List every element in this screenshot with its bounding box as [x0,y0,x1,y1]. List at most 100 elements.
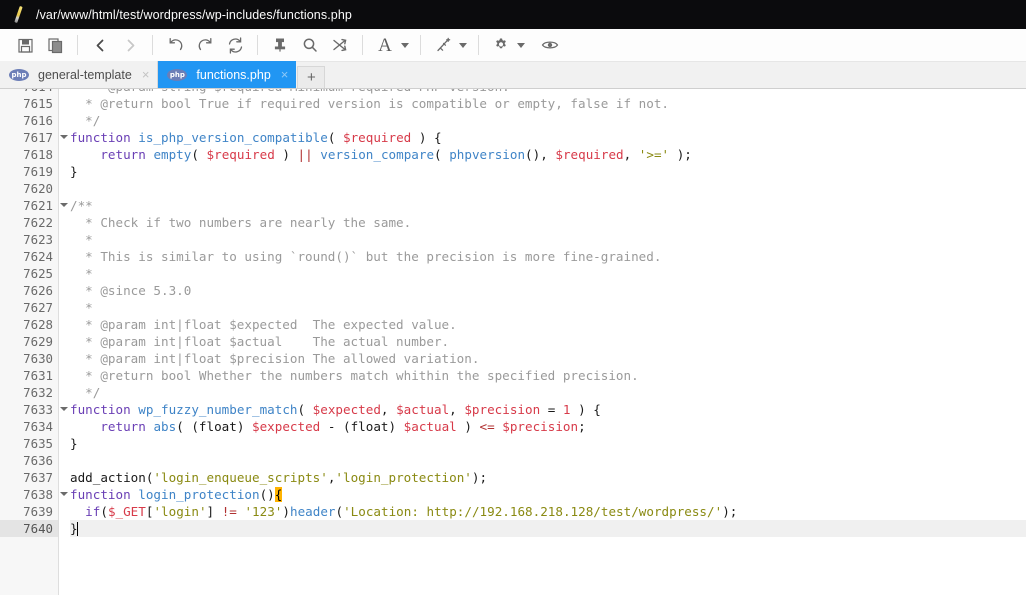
code-line[interactable]: if($_GET['login'] != '123')header('Locat… [70,503,1026,520]
code-token: ) [456,419,480,434]
code-token: abs [153,419,177,434]
code-editor[interactable]: 7614761576167617761876197620762176227623… [0,89,1026,595]
line-number: 7617 [23,130,53,145]
code-line[interactable]: add_action('login_enqueue_scripts','logi… [70,469,1026,486]
line-number: 7615 [23,96,53,111]
code-token: * This is similar to using `round()` but… [70,249,662,264]
code-line[interactable]: * Check if two numbers are nearly the sa… [70,214,1026,231]
close-icon[interactable]: × [142,68,150,81]
chevron-down-icon[interactable] [60,135,68,139]
line-number: 7634 [23,419,53,434]
code-token: */ [70,113,101,128]
chevron-down-icon[interactable] [60,492,68,496]
fold-toggle[interactable] [59,486,70,503]
code-token: * @return bool Whether the numbers match… [70,368,639,383]
toolbar-separator [77,35,78,55]
syntax-dropdown[interactable] [428,31,471,59]
magic-wand-icon[interactable] [428,31,458,59]
line-number: 7619 [23,164,53,179]
window-titlebar: /var/www/html/test/wordpress/wp-includes… [0,0,1026,29]
chevron-down-icon[interactable] [517,42,525,48]
fold-toggle[interactable] [59,401,70,418]
eye-icon[interactable] [535,31,565,59]
code-line[interactable] [70,180,1026,197]
code-folding-column[interactable] [59,89,70,595]
code-line[interactable]: * This is similar to using `round()` but… [70,248,1026,265]
code-line[interactable]: function is_php_version_compatible( $req… [70,129,1026,146]
chevron-down-icon[interactable] [459,42,467,48]
new-tab-button[interactable]: + [297,66,326,88]
reload-button[interactable] [220,31,250,59]
code-line[interactable]: * @param int|float $actual The actual nu… [70,333,1026,350]
code-line[interactable] [70,452,1026,469]
letter-a-icon[interactable]: A [370,31,400,59]
code-line[interactable]: */ [70,112,1026,129]
code-line[interactable]: * @param int|float $expected The expecte… [70,316,1026,333]
code-token: /** [70,198,93,213]
code-token: = [540,402,563,417]
code-token: ; [578,419,586,434]
redo-button[interactable] [190,31,220,59]
chevron-down-icon[interactable] [60,203,68,207]
code-line[interactable]: */ [70,384,1026,401]
line-number: 7635 [23,436,53,451]
tab-functions-php[interactable]: php functions.php × [158,61,297,88]
pushpin-icon[interactable] [265,31,295,59]
code-token: * [70,300,93,315]
chevron-down-icon[interactable] [60,407,68,411]
code-line[interactable]: * [70,265,1026,282]
tab-general-template[interactable]: php general-template × [0,61,159,88]
code-token: () [259,487,275,502]
code-token: $precision [464,402,541,417]
code-token: || [297,147,313,162]
code-line[interactable]: function login_protection(){ [70,486,1026,503]
tab-label: general-template [38,67,132,82]
close-icon[interactable]: × [281,68,289,81]
back-button[interactable] [85,31,115,59]
fold-toggle[interactable] [59,197,70,214]
code-line[interactable]: * @since 5.3.0 [70,282,1026,299]
font-dropdown[interactable]: A [370,31,413,59]
chevron-down-icon[interactable] [401,42,409,48]
shuffle-arrows-icon[interactable] [325,31,355,59]
gear-icon[interactable] [486,31,516,59]
code-line[interactable]: } [70,163,1026,180]
settings-dropdown[interactable] [486,31,529,59]
code-line[interactable]: } [70,435,1026,452]
code-line[interactable]: function wp_fuzzy_number_match( $expecte… [70,401,1026,418]
line-number: 7627 [23,300,53,315]
code-token: * @param int|float $actual The actual nu… [70,334,450,349]
code-line[interactable]: * [70,231,1026,248]
undo-button[interactable] [160,31,190,59]
code-token: $required [206,147,275,162]
code-text-area[interactable]: * @param string $required Minimum requir… [70,89,1026,595]
code-line[interactable]: return empty( $required ) || version_com… [70,146,1026,163]
code-token: { [274,487,283,502]
code-token: is_php_version_compatible [138,130,328,145]
code-line[interactable]: * [70,299,1026,316]
code-line[interactable]: * @param int|float $precision The allowe… [70,350,1026,367]
code-line[interactable]: } [70,520,1026,537]
code-line[interactable]: * @return bool True if required version … [70,95,1026,112]
save-all-button[interactable] [40,31,70,59]
fold-toggle[interactable] [59,129,70,146]
code-line[interactable]: /** [70,197,1026,214]
code-token: $required [343,130,412,145]
code-token: header [289,504,336,519]
magnifier-icon[interactable] [295,31,325,59]
save-button[interactable] [10,31,40,59]
code-token: 'Location: http://192.168.218.128/test/w… [343,504,723,519]
forward-button[interactable] [115,31,145,59]
code-line[interactable]: return abs( (float) $expected - (float) … [70,418,1026,435]
code-line[interactable]: * @return bool Whether the numbers match… [70,367,1026,384]
code-token: return [100,147,146,162]
